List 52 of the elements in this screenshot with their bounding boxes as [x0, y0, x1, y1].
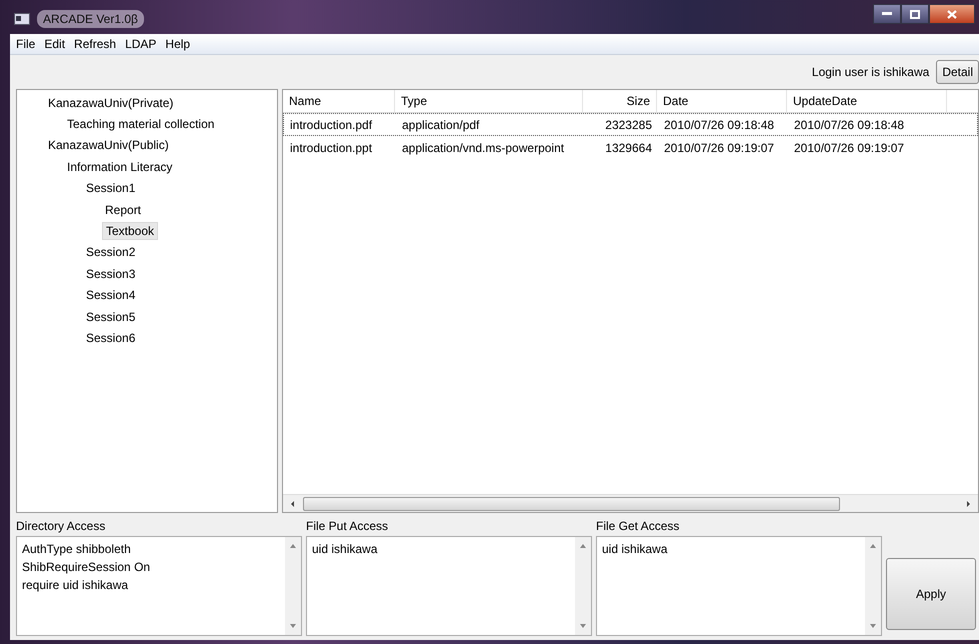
tree-item[interactable]: Session3	[83, 266, 138, 282]
table-cell-text: application/vnd.ms-powerpoint	[401, 140, 566, 156]
table-row[interactable]: introduction.ppt application/vnd.ms-powerpoint 1329664 2010/07/26 09:19:07 2010/07/26 09:19:07	[283, 136, 978, 159]
minimize-button[interactable]	[873, 4, 901, 24]
tree-item[interactable]: Report	[102, 202, 144, 218]
column-header[interactable]: UpdateDate	[787, 90, 947, 112]
close-icon	[947, 10, 957, 18]
close-button[interactable]	[929, 4, 975, 24]
tree-item[interactable]: Session2	[83, 244, 138, 260]
left-arrow-icon[interactable]	[289, 500, 297, 508]
section-label: File Put Access	[306, 519, 390, 533]
table-cell-text: 2010/07/26 09:19:07	[663, 140, 776, 156]
tree-item[interactable]: Textbook	[102, 222, 158, 240]
login-status: Login user is ishikawa	[812, 65, 930, 79]
table-cell-text: 2010/07/26 09:18:48	[663, 116, 776, 134]
minimize-icon	[882, 12, 892, 16]
apply-button[interactable]: Apply	[886, 558, 976, 630]
tree-item[interactable]: Teaching material collection	[64, 116, 218, 132]
table-cell-text: application/pdf	[401, 116, 480, 134]
menu-item[interactable]: Edit	[44, 37, 66, 51]
section-label: Directory Access	[16, 519, 106, 533]
tree-item[interactable]: Session1	[83, 180, 138, 196]
tree-item[interactable]: Session6	[83, 330, 138, 346]
tree-item[interactable]: Session5	[83, 308, 138, 325]
tree-item[interactable]: KanazawaUniv(Private)	[45, 94, 176, 111]
menu-item[interactable]: File	[16, 37, 36, 51]
table-row[interactable]: introduction.pdf application/pdf 2323285 2010/07/26 09:18:48 2010/07/26 09:18:48	[283, 113, 978, 136]
right-arrow-icon[interactable]	[964, 500, 972, 508]
table-cell-text: 2323285	[604, 116, 653, 134]
tree-item[interactable]: Information Literacy	[64, 158, 176, 175]
table-cell-text: 2010/07/26 09:19:07	[793, 140, 906, 156]
column-header[interactable]: Name	[283, 90, 395, 112]
section-label: File Get Access	[596, 519, 680, 533]
table-cell-text: 2010/07/26 09:18:48	[793, 116, 906, 134]
scroll-thumb[interactable]	[303, 496, 840, 510]
window-title: ARCADE Ver1.0β	[37, 10, 144, 28]
table-cell-text: introduction.pdf	[289, 116, 374, 134]
column-header[interactable]: Size	[583, 90, 657, 112]
horizontal-scrollbar[interactable]	[283, 494, 978, 512]
table-cell-text: 1329664	[604, 140, 653, 156]
window-icon	[14, 13, 30, 25]
menu-item[interactable]: LDAP	[125, 37, 156, 51]
detail-button[interactable]: Detail	[936, 60, 979, 84]
menu-item[interactable]: Refresh	[74, 37, 116, 51]
column-header[interactable]: Date	[657, 90, 787, 112]
maximize-button[interactable]	[901, 4, 929, 24]
table-cell-text: introduction.ppt	[289, 140, 374, 156]
column-header[interactable]: Type	[395, 90, 583, 112]
tree-item[interactable]: Session4	[83, 287, 138, 304]
tree-item[interactable]: KanazawaUniv(Public)	[45, 137, 172, 154]
maximize-icon	[910, 10, 920, 18]
menu-item[interactable]: Help	[165, 37, 190, 51]
